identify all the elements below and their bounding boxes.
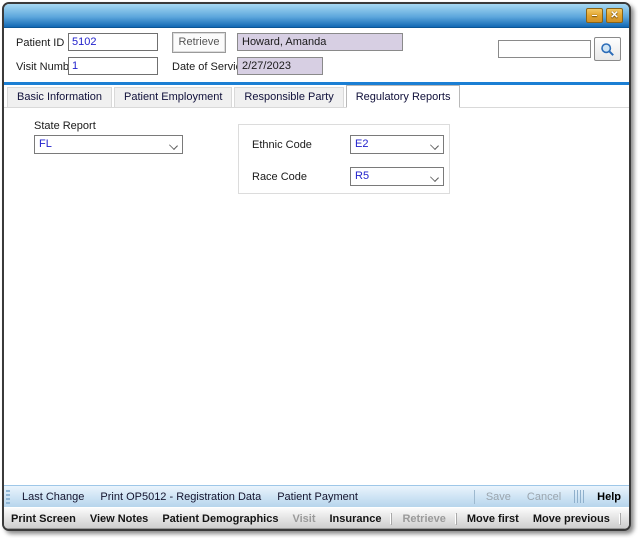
patient-id-input[interactable] [68,33,158,51]
state-report-label: State Report [34,120,96,132]
action-toolbar-item[interactable]: Last Change [14,491,92,503]
navigation-toolbar-item-label: Patient Demographics [162,513,278,525]
navigation-toolbar-item-label: Print Screen [11,513,76,525]
navigation-toolbar-item[interactable]: Visit [285,513,322,525]
navigation-toolbar-item-label: Retrieve [402,513,445,525]
toolbar-grip [6,490,10,504]
navigation-toolbar-item[interactable]: Patient Demographics [155,513,285,525]
action-toolbar-item-label: Patient Payment [277,491,358,503]
navigation-toolbar-item-label: View Notes [90,513,149,525]
retrieve-button[interactable]: Retrieve [172,32,226,53]
tab-label: Responsible Party [244,91,333,103]
tab[interactable]: Patient Employment [114,87,232,107]
tab[interactable]: Responsible Party [234,87,343,107]
navigation-toolbar-item-label: Visit [292,513,315,525]
tab-label: Patient Employment [124,91,222,103]
chevron-down-icon [430,141,439,150]
race-code-label: Race Code [252,171,307,183]
navigation-toolbar-item-label: Move previous [533,513,610,525]
codes-groupbox: Ethnic Code E2 Race Code R5 [238,124,450,194]
save-button[interactable]: Save [478,491,519,503]
visit-number-input[interactable] [68,57,158,75]
cancel-button[interactable]: Cancel [519,491,569,503]
navigation-toolbar-item[interactable]: Retrieve [391,513,452,525]
navigation-toolbar-item[interactable]: Move first [456,513,526,525]
action-toolbar-item[interactable]: Print OP5012 - Registration Data [92,491,269,503]
tab-label: Basic Information [17,91,102,103]
toolbar-grip [574,490,584,503]
action-toolbar: Last Change Print OP5012 - Registration … [4,485,629,507]
chevron-down-icon [430,173,439,182]
search-button[interactable] [594,37,621,61]
tab[interactable]: Regulatory Reports [346,85,461,108]
action-toolbar-item-label: Print OP5012 - Registration Data [100,491,261,503]
app-window: – ✕ Patient ID Retrieve Howard, Amanda V… [2,2,631,531]
search-icon [600,42,615,57]
date-of-service-field: 2/27/2023 [237,57,323,75]
navigation-toolbar-item[interactable]: Move next [620,513,631,525]
close-button[interactable]: ✕ [606,8,623,23]
navigation-toolbar-item-label: Move first [467,513,519,525]
patient-name-field: Howard, Amanda [237,33,403,51]
navigation-toolbar-item[interactable]: Move previous [526,513,617,525]
date-of-service-label: Date of Service [172,61,247,73]
navigation-toolbar-item-label: Insurance [329,513,381,525]
navigation-toolbar-item[interactable]: Insurance [322,513,388,525]
navigation-toolbar: Print Screen View Notes Patient Demograp… [4,507,629,529]
navigation-toolbar-item[interactable]: Print Screen [4,513,83,525]
action-toolbar-item[interactable]: Patient Payment [269,491,366,503]
chevron-down-icon [169,141,178,150]
tab[interactable]: Basic Information [7,87,112,107]
title-bar: – ✕ [4,4,629,28]
minimize-button[interactable]: – [586,8,603,23]
race-code-select[interactable]: R5 [350,167,444,186]
ethnic-code-value: E2 [355,138,368,150]
navigation-toolbar-item[interactable]: View Notes [83,513,156,525]
separator [474,490,475,504]
race-code-value: R5 [355,170,369,182]
state-report-select[interactable]: FL [34,135,183,154]
ethnic-code-label: Ethnic Code [252,139,312,151]
action-toolbar-item-label: Last Change [22,491,84,503]
tab-label: Regulatory Reports [356,91,451,103]
patient-id-label: Patient ID [16,37,64,49]
patient-lookup-header: Patient ID Retrieve Howard, Amanda Visit… [4,28,629,82]
regulatory-reports-panel: State Report FL Ethnic Code E2 Race Code… [4,108,629,486]
ethnic-code-select[interactable]: E2 [350,135,444,154]
tab-strip: Basic Information Patient Employment Res… [4,85,629,108]
state-report-value: FL [39,138,52,150]
help-button[interactable]: Help [589,491,629,503]
search-input[interactable] [498,40,591,58]
